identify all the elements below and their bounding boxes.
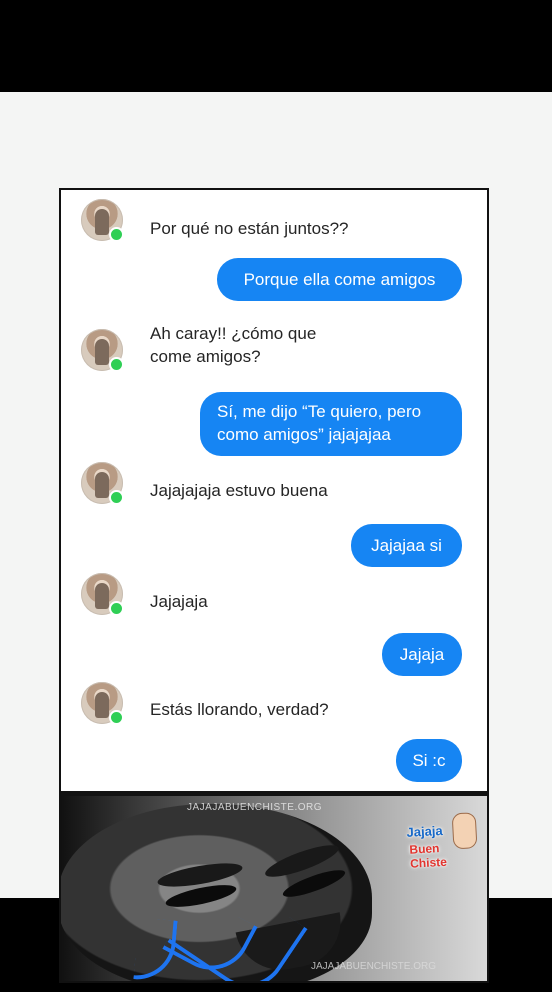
user-avatar-icon: [81, 573, 124, 616]
online-status-icon: [109, 227, 124, 242]
online-status-icon: [109, 357, 124, 372]
user-avatar-icon: [81, 329, 124, 372]
logo-line-1: Jajaja: [406, 822, 444, 840]
outgoing-message-bubble: Jajaja: [382, 633, 462, 676]
incoming-message-text: Jajajaja: [150, 592, 208, 611]
user-avatar-icon: [81, 682, 124, 725]
incoming-message-text: Por qué no están juntos??: [150, 219, 349, 238]
online-status-icon: [109, 710, 124, 725]
meme-logo-icon: Jajaja Buen Chiste: [406, 812, 479, 871]
outgoing-message-bubble: Sí, me dijo “Te quiero, pero como amigos…: [200, 392, 462, 456]
online-status-icon: [109, 490, 124, 505]
logo-line-2: Buen Chiste: [409, 841, 448, 871]
incoming-message-text: Ah caray!! ¿cómo que come amigos?: [150, 324, 317, 366]
user-avatar-icon: [81, 462, 124, 505]
incoming-message-text: Estás llorando, verdad?: [150, 700, 329, 719]
screenshot-page: Por qué no están juntos?? Porque ella co…: [0, 92, 552, 983]
outgoing-message-bubble: Porque ella come amigos: [217, 258, 462, 301]
online-status-icon: [109, 601, 124, 616]
crying-meme-image: JAJAJABUENCHISTE.ORG JAJAJABUENCHISTE.OR…: [61, 796, 487, 981]
watermark-top: JAJAJABUENCHISTE.ORG: [187, 802, 323, 813]
chat-conversation: Por qué no están juntos?? Porque ella co…: [61, 190, 487, 791]
user-avatar-icon: [81, 199, 124, 242]
incoming-message-text: Jajajajaja estuvo buena: [150, 481, 328, 500]
outgoing-message-bubble: Jajajaa si: [351, 524, 462, 567]
meme-frame: Por qué no están juntos?? Porque ella co…: [59, 188, 489, 983]
outgoing-message-bubble: Si :c: [396, 739, 462, 782]
watermark-bottom: JAJAJABUENCHISTE.ORG: [311, 961, 437, 972]
